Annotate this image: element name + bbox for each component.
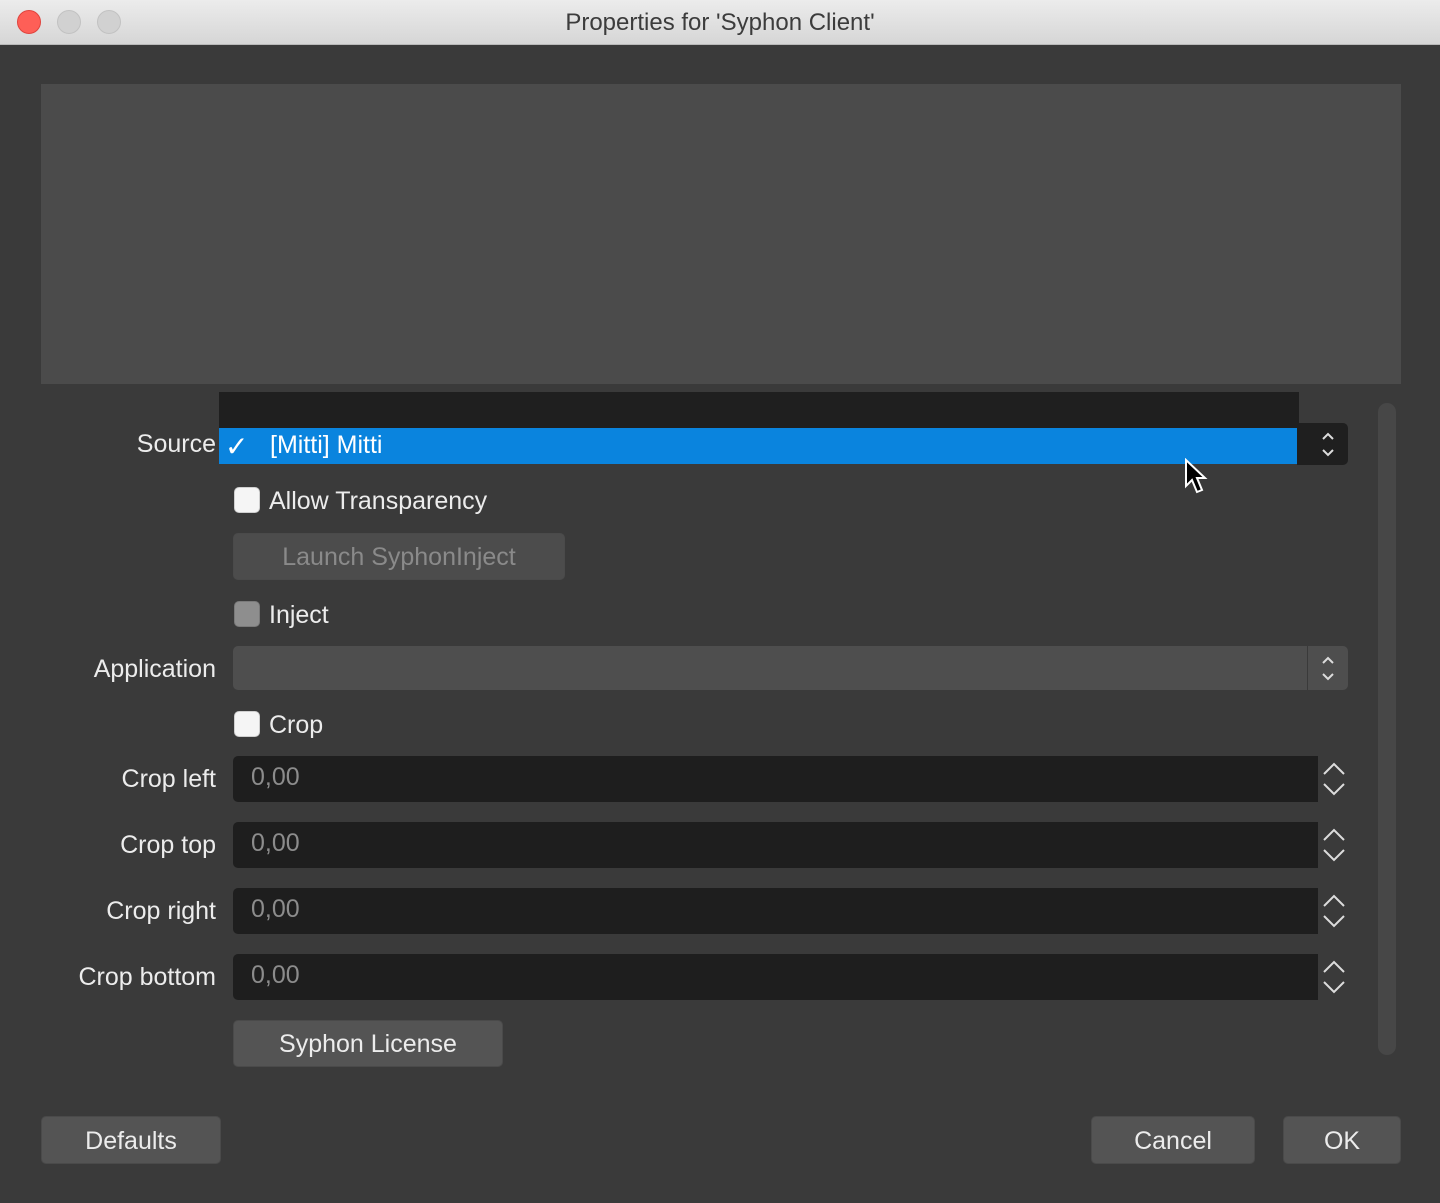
chevron-up-down-icon xyxy=(1322,432,1334,457)
crop-label: Crop xyxy=(269,711,324,739)
mouse-cursor-icon xyxy=(1185,458,1208,494)
crop-right-stepper[interactable] xyxy=(1320,888,1348,934)
application-label: Application xyxy=(93,655,216,683)
source-label: Source xyxy=(136,430,216,458)
source-option-label: [Mitti] Mitti xyxy=(270,431,383,459)
source-dropdown-list xyxy=(219,392,1299,428)
syphon-license-button[interactable]: Syphon License xyxy=(233,1020,503,1067)
checkmark-icon: ✓ xyxy=(225,431,249,462)
crop-left-input[interactable]: 0,00 xyxy=(233,756,1318,802)
crop-right-value: 0,00 xyxy=(251,895,300,923)
chevron-down-icon xyxy=(1323,849,1345,862)
source-preview xyxy=(41,84,1401,384)
crop-left-label: Crop left xyxy=(121,765,216,793)
ok-button[interactable]: OK xyxy=(1283,1116,1401,1164)
chevron-up-icon xyxy=(1323,894,1345,907)
crop-checkbox[interactable] xyxy=(234,711,260,737)
crop-bottom-value: 0,00 xyxy=(251,961,300,989)
inject-label: Inject xyxy=(269,601,329,629)
application-combo[interactable] xyxy=(233,646,1348,690)
crop-top-label: Crop top xyxy=(120,831,216,859)
chevron-down-icon xyxy=(1323,981,1345,994)
crop-top-input[interactable]: 0,00 xyxy=(233,822,1318,868)
chevron-up-down-icon xyxy=(1322,656,1334,681)
defaults-button[interactable]: Defaults xyxy=(41,1116,221,1164)
crop-right-input[interactable]: 0,00 xyxy=(233,888,1318,934)
allow-transparency-label: Allow Transparency xyxy=(269,487,488,515)
properties-scrollbar[interactable] xyxy=(1378,403,1396,1055)
crop-left-stepper[interactable] xyxy=(1320,756,1348,802)
crop-bottom-label: Crop bottom xyxy=(78,963,216,991)
launch-syphoninject-button[interactable]: Launch SyphonInject xyxy=(233,533,565,580)
crop-bottom-input[interactable]: 0,00 xyxy=(233,954,1318,1000)
source-combo-arrows[interactable] xyxy=(1297,423,1348,465)
allow-transparency-checkbox[interactable] xyxy=(234,487,260,513)
window-title: Properties for 'Syphon Client' xyxy=(565,9,875,36)
crop-top-value: 0,00 xyxy=(251,829,300,857)
chevron-up-icon xyxy=(1323,960,1345,973)
crop-right-label: Crop right xyxy=(106,897,216,925)
chevron-down-icon xyxy=(1323,915,1345,928)
source-option-selected[interactable]: ✓ [Mitti] Mitti xyxy=(219,428,1297,464)
crop-left-value: 0,00 xyxy=(251,763,300,791)
chevron-up-icon xyxy=(1323,762,1345,775)
chevron-up-icon xyxy=(1323,828,1345,841)
title-bar: Properties for 'Syphon Client' xyxy=(0,0,1440,45)
crop-top-stepper[interactable] xyxy=(1320,822,1348,868)
chevron-down-icon xyxy=(1323,783,1345,796)
crop-bottom-stepper[interactable] xyxy=(1320,954,1348,1000)
cancel-button[interactable]: Cancel xyxy=(1091,1116,1255,1164)
inject-checkbox[interactable] xyxy=(234,601,260,627)
